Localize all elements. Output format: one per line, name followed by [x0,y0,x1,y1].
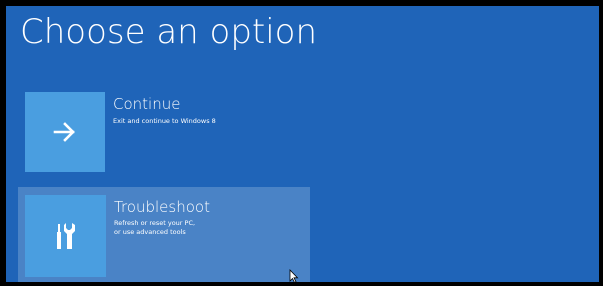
troubleshoot-label: Troubleshoot [114,198,210,216]
continue-tile[interactable] [25,92,105,172]
troubleshoot-description: Refresh or reset your PC, or use advance… [114,219,196,236]
continue-description: Exit and continue to Windows 8 [113,117,216,125]
tools-icon [56,223,75,249]
troubleshoot-option[interactable]: Troubleshoot Refresh or reset your PC, o… [18,187,310,282]
continue-label: Continue [113,95,181,113]
arrow-right-icon [53,122,75,142]
mouse-cursor-icon [289,269,299,282]
troubleshoot-tile[interactable] [25,195,106,277]
boot-options-screen: Choose an option Continue Exit and conti… [6,6,599,282]
page-title: Choose an option [20,12,318,52]
continue-option[interactable]: Continue Exit and continue to Windows 8 [25,92,285,174]
